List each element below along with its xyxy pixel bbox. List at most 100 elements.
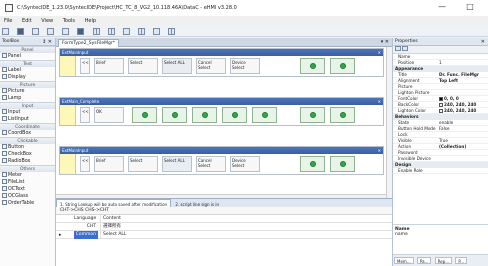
green-dot-icon [142,112,148,118]
layout-icon[interactable] [168,28,176,35]
minimize-button[interactable]: — [432,0,452,16]
new-icon[interactable] [2,28,9,35]
green-button[interactable] [330,107,355,123]
cell-ok[interactable]: OK [94,107,124,123]
green-dot-icon [202,112,208,118]
prop-row-lighton-color[interactable]: Lighton Color 240, 240, 240 [393,108,488,114]
toolbox-group-picture[interactable]: Picture [0,81,55,88]
toolbox-group-input[interactable]: Input [0,102,55,109]
undo-icon[interactable] [47,28,55,35]
green-button[interactable] [330,156,355,172]
tab-report[interactable]: Rep... [434,257,453,264]
prop-value[interactable]: 1 [439,60,487,66]
zoom-icon[interactable] [152,28,160,35]
language-convert-row[interactable]: CHT->CHS CHS->CHT [56,207,392,215]
align-center-icon[interactable] [107,28,115,35]
table-row[interactable]: CHT 選擇所有 [56,223,392,231]
tab-page[interactable]: Pa... [416,257,432,264]
green-button[interactable] [222,107,247,123]
green-button[interactable] [300,107,325,123]
toolbox-item-filelist[interactable]: FileList [0,179,55,186]
prev-arrow-cell[interactable]: << [80,58,90,74]
tab-member[interactable]: Mem... [394,257,414,264]
table-row[interactable]: ▸ Common Select ALL [56,231,392,239]
cell-device-select[interactable]: Device Select [230,156,260,172]
toolbox-item-label[interactable]: Label [0,67,55,74]
meter-icon [2,172,7,177]
close-icon[interactable]: ✕ [378,98,381,105]
cell-device-select[interactable]: Device Select [230,58,260,74]
toolbox-group-clickable[interactable]: Clickable [0,137,55,144]
page-extmaininput-1[interactable]: ExtMainInput ✕ << Brief Select Select ALL… [59,48,384,77]
toolbox-item-listinput[interactable]: ListInput [0,116,55,123]
toolbox-item-panel[interactable]: Panel [0,53,55,60]
toolbox-item-radiobox[interactable]: RadioBox [0,158,55,165]
alphabetical-icon[interactable] [402,46,408,51]
menu-edit[interactable]: Edit [18,16,36,26]
toolbox-item-ocglass[interactable]: OCGlass [0,193,55,200]
green-button[interactable] [132,107,157,123]
toolbox-item-display[interactable]: Display [0,74,55,81]
pin-icon[interactable]: ✕ [481,38,485,46]
redo-icon[interactable] [62,28,70,35]
maximize-button[interactable]: □ [460,0,480,16]
toolbox-item-input[interactable]: Input [0,109,55,116]
cell-select-all[interactable]: Select ALL [162,58,192,74]
toolbox-item-label: CoordBox [8,131,32,136]
run-icon[interactable] [77,28,85,35]
toolbox-group-others[interactable]: Others [0,165,55,172]
toolbox-group-text[interactable]: Text [0,60,55,67]
toolbox-item-meter[interactable]: Meter [0,172,55,179]
prop-row-position[interactable]: Position 1 [393,60,488,66]
toolbox-item-checkbox[interactable]: CheckBox [0,151,55,158]
align-right-icon[interactable] [122,28,130,35]
green-button[interactable] [300,58,325,74]
prev-arrow-cell[interactable]: << [80,156,90,172]
menu-tools[interactable]: Tools [59,16,79,26]
save-icon[interactable] [17,28,25,35]
row-content[interactable]: 選擇所有 [100,223,180,231]
tab-properties[interactable]: P... [455,257,467,264]
green-button[interactable] [300,156,325,172]
close-icon[interactable]: ✕ [378,147,381,154]
prop-row-enable-role[interactable]: Enable Role [393,168,488,174]
prev-arrow-cell[interactable]: << [80,107,90,123]
property-description: Name name [393,224,488,254]
green-button[interactable] [162,107,187,123]
green-button[interactable] [192,107,217,123]
page-extmain-complete[interactable]: ExtMain_Complete ✕ << OK [59,97,384,126]
toolbox-item-lamp[interactable]: Lamp [0,95,55,102]
tab-formtype2-sysfilemgr[interactable]: FormType2_SysFileMgr* [58,39,120,47]
row-content[interactable]: Select ALL [100,231,180,239]
cell-select[interactable]: Select [128,58,158,74]
toolbox-item-coordbox[interactable]: CoordBox [0,130,55,137]
toolbox-item-ordertable[interactable]: OrderTable [0,200,55,207]
pin-icon[interactable]: ↕ ✕ [42,38,52,46]
toolbox-item-button[interactable]: Button [0,144,55,151]
page-extmaininput-2[interactable]: ExtMainInput ✕ << Brief Select Select ALL… [59,146,384,175]
toolbox-item-octext[interactable]: OCText [0,186,55,193]
prop-row-invisible-device[interactable]: Invisible Device [393,156,488,162]
categorized-icon[interactable] [395,46,401,51]
menu-view[interactable]: View [37,16,57,26]
toolbox-item-picture[interactable]: Picture [0,88,55,95]
cell-select[interactable]: Select [128,156,158,172]
menu-help[interactable]: Help [81,16,100,26]
cell-brief[interactable]: Brief [94,156,124,172]
open-icon[interactable] [32,28,40,35]
grid-icon[interactable] [137,28,145,35]
cell-cancel-select[interactable]: Cancel Select [196,58,226,74]
cell-select-all[interactable]: Select ALL [162,156,192,172]
green-button[interactable] [330,58,355,74]
document-controls[interactable]: ▾ ✕ [381,38,389,47]
cell-cancel-select[interactable]: Cancel Select [196,156,226,172]
menu-file[interactable]: File [0,16,16,26]
align-left-icon[interactable] [92,28,100,35]
prop-value[interactable]: 240, 240, 240 [439,108,487,114]
toolbox-group-panel[interactable]: Panel [0,46,55,53]
cell-brief[interactable]: Brief [94,58,124,74]
green-button[interactable] [252,107,277,123]
toolbox-group-coordinate[interactable]: Coordinate [0,123,55,130]
close-icon[interactable]: ✕ [378,49,381,56]
design-canvas[interactable]: ExtMainInput ✕ << Brief Select Select ALL… [56,47,392,198]
